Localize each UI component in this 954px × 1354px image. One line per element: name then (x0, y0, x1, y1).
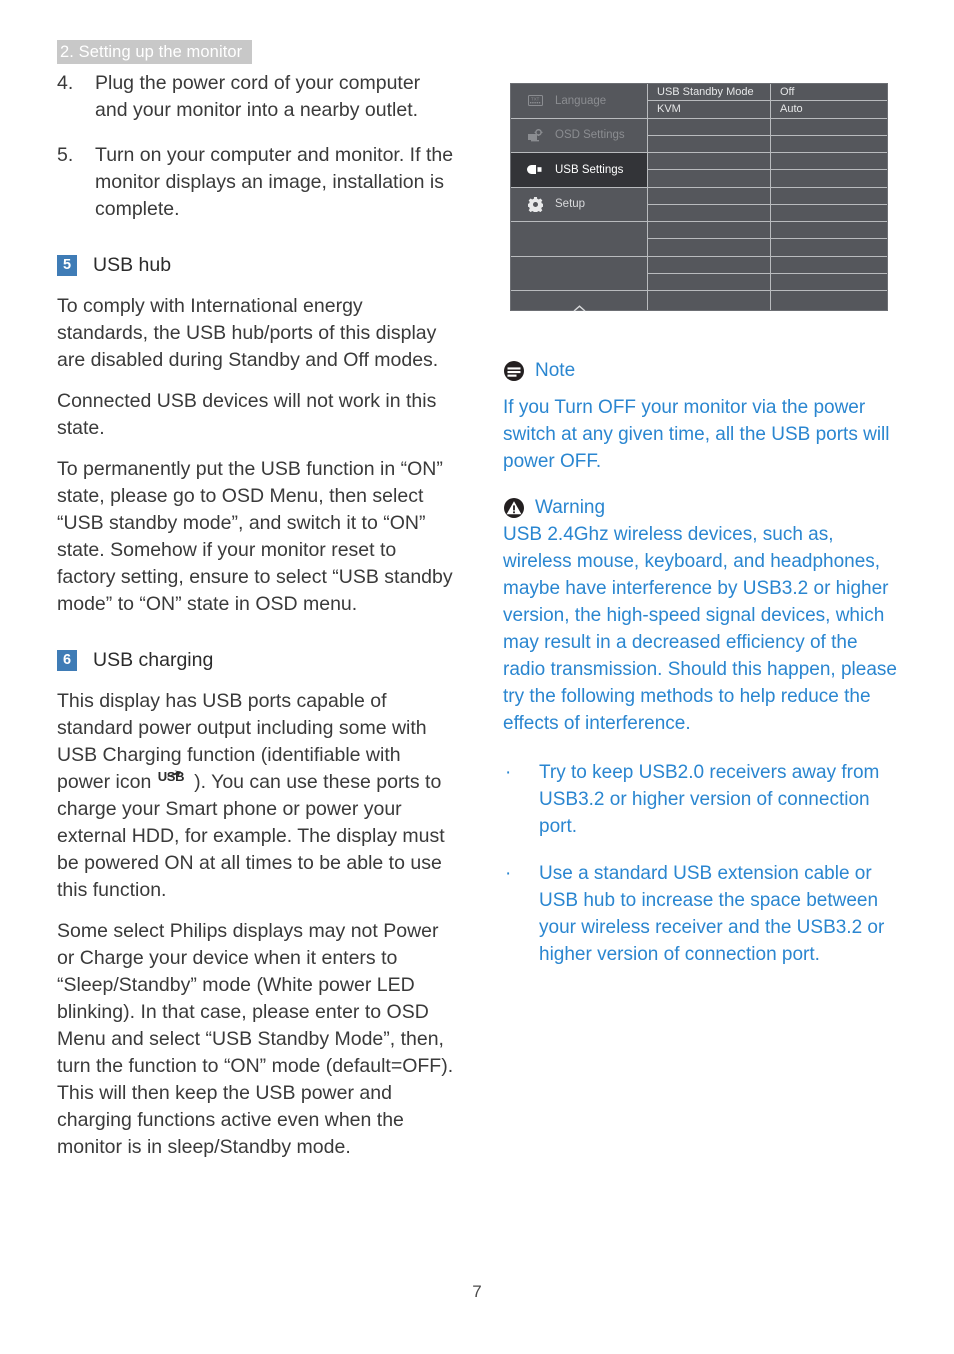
osd-sidebar-item-label: USB Settings (555, 163, 624, 176)
osd-value-empty-row (771, 136, 887, 153)
osd-setting-value[interactable]: Auto (771, 101, 887, 119)
osd-sidebar-item-language[interactable]: TXT Language (511, 84, 647, 119)
page-number: 7 (472, 1282, 482, 1301)
osd-value-empty-row (771, 205, 887, 222)
osd-setting-empty-row (648, 205, 770, 222)
left-column: 4. Plug the power cord of your computer … (57, 70, 457, 1161)
osd-setting-empty-row (648, 188, 770, 205)
warning-bullet-list: · Try to keep USB2.0 receivers away from… (503, 759, 898, 968)
warning-body: USB 2.4Ghz wireless devices, such as, wi… (503, 524, 897, 734)
paragraph: To comply with International energy stan… (57, 295, 439, 371)
osd-setting-empty-row (648, 222, 770, 240)
warning-icon (503, 497, 525, 519)
section-badge: 5 (57, 254, 77, 276)
section-heading-usb-charging: 6 USB charging (57, 648, 457, 672)
bullet-text: Try to keep USB2.0 receivers away from U… (539, 762, 880, 837)
section-title: USB charging (93, 649, 214, 671)
osd-setting-names-column: USB Standby Mode KVM (648, 84, 771, 310)
paragraph-with-icon: This display has USB ports capable of st… (57, 688, 457, 904)
paragraph: Some select Philips displays may not Pow… (57, 920, 454, 1158)
osd-setting-empty-row (648, 136, 770, 153)
gear-icon (524, 196, 546, 212)
step-number: 5. (57, 144, 74, 166)
chevron-up-icon (511, 305, 647, 312)
osd-value-empty-row (771, 257, 887, 274)
osd-sidebar-item-osd-settings[interactable]: OSD Settings (511, 119, 647, 153)
osd-sidebar-empty-row (511, 222, 647, 257)
paragraph: Connected USB devices will not work in t… (57, 390, 437, 439)
osd-value-empty-row (771, 188, 887, 205)
osd-value-empty-row (771, 274, 887, 291)
right-column: Note If you Turn OFF your monitor via th… (503, 360, 898, 988)
document-page: 2. Setting up the monitor 4. Plug the po… (0, 0, 954, 1354)
osd-scroll-indicator[interactable] (511, 291, 647, 326)
note-block: Note If you Turn OFF your monitor via th… (503, 360, 898, 475)
numbered-step: 5. Turn on your computer and monitor. If… (57, 142, 457, 223)
usb-power-icon: USB (158, 769, 188, 790)
osd-sidebar: TXT Language OSD Settings USB Settings S… (511, 84, 648, 312)
osd-setting-empty-row (648, 239, 770, 257)
section-badge: 6 (57, 649, 77, 671)
osd-setting-values-column: Off Auto (771, 84, 887, 310)
bullet-marker: · (505, 762, 512, 783)
osd-value-empty-row (771, 291, 887, 308)
osd-sidebar-item-usb-settings[interactable]: USB Settings (511, 153, 647, 188)
osd-sidebar-item-label: Language (555, 94, 607, 107)
note-body: If you Turn OFF your monitor via the pow… (503, 397, 890, 472)
note-title: Note (535, 360, 576, 381)
osd-setting-empty-row (648, 153, 770, 171)
note-icon (503, 360, 525, 382)
osd-settings-icon (524, 128, 546, 142)
osd-sidebar-item-label: Setup (555, 198, 586, 211)
step-text: Plug the power cord of your computer and… (95, 72, 421, 121)
bullet-marker: · (505, 863, 512, 884)
bullet-text: Use a standard USB extension cable or US… (539, 863, 885, 965)
list-item: · Use a standard USB extension cable or … (503, 860, 898, 968)
osd-setting-empty-row (648, 291, 770, 308)
osd-sidebar-empty-row (511, 257, 647, 291)
numbered-step: 4. Plug the power cord of your computer … (57, 70, 457, 124)
step-text: Turn on your computer and monitor. If th… (95, 144, 454, 220)
section-title: USB hub (93, 254, 172, 276)
osd-value-empty-row (771, 239, 887, 257)
osd-setting-empty-row (648, 274, 770, 291)
usb-plug-icon (524, 165, 546, 175)
osd-setting-name[interactable]: USB Standby Mode (648, 84, 770, 102)
osd-value-empty-row (771, 170, 887, 188)
usb-power-icon-label: USB (157, 769, 185, 784)
language-icon: TXT (524, 95, 546, 107)
paragraph: To permanently put the USB function in “… (57, 458, 453, 615)
osd-setting-empty-row (648, 170, 770, 188)
osd-menu-screenshot: TXT Language OSD Settings USB Settings S… (510, 83, 888, 312)
svg-text:TXT: TXT (531, 97, 540, 102)
step-number: 4. (57, 72, 74, 94)
osd-value-empty-row (771, 222, 887, 240)
osd-sidebar-item-label: OSD Settings (555, 129, 625, 142)
note-heading: Note (503, 360, 898, 382)
warning-block: Warning USB 2.4Ghz wireless devices, suc… (503, 497, 898, 737)
osd-setting-empty-row (648, 257, 770, 274)
warning-title: Warning (535, 497, 606, 518)
osd-setting-value[interactable]: Off (771, 84, 887, 102)
osd-sidebar-item-setup[interactable]: Setup (511, 188, 647, 222)
osd-setting-name[interactable]: KVM (648, 101, 770, 119)
osd-value-empty-row (771, 153, 887, 171)
list-item: · Try to keep USB2.0 receivers away from… (503, 759, 898, 840)
osd-setting-empty-row (648, 119, 770, 136)
warning-heading: Warning (503, 497, 898, 519)
section-heading-usb-hub: 5 USB hub (57, 253, 457, 277)
chapter-header: 2. Setting up the monitor (57, 40, 253, 64)
osd-value-empty-row (771, 119, 887, 136)
